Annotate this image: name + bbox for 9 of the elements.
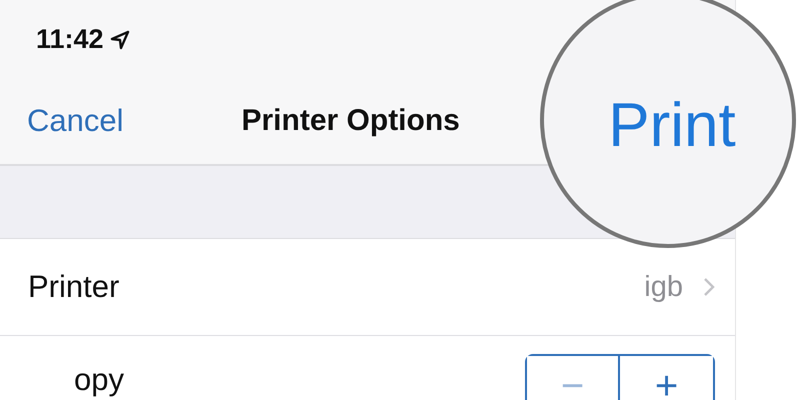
row-value: igb [644, 270, 683, 304]
print-button[interactable]: Print [608, 90, 736, 160]
row-label: Printer [28, 269, 120, 305]
chevron-icon [703, 277, 715, 297]
status-time: 11:42 [36, 24, 104, 54]
row-label: opy [73, 362, 124, 398]
cancel-button[interactable]: Cancel [0, 103, 124, 139]
screen-title: Printer Options [242, 104, 460, 138]
location-arrow-icon [110, 30, 130, 50]
